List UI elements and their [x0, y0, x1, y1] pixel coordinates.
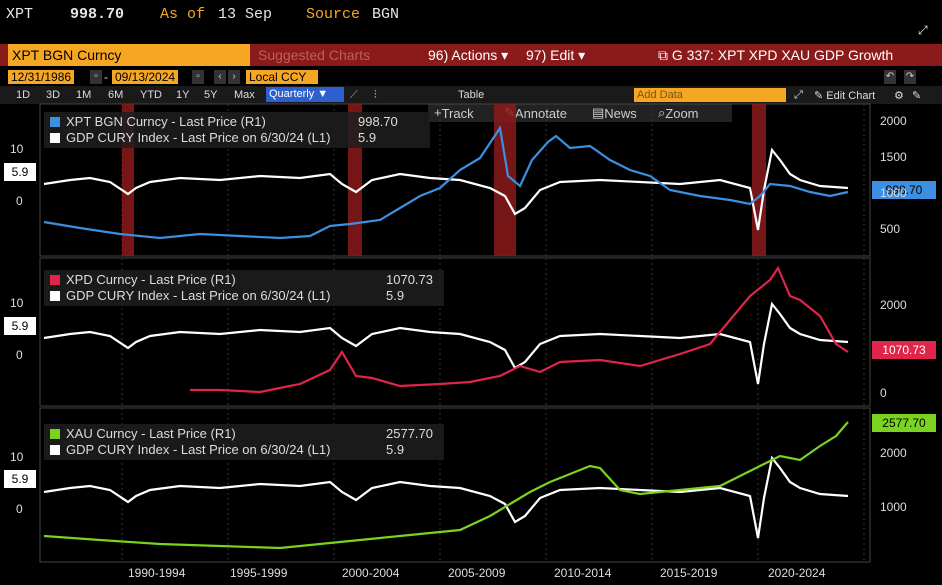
right-value-tag: 1070.73: [872, 341, 936, 359]
legend-swatch: [50, 445, 60, 455]
legend-series: GDP CURY Index - Last Price on 6/30/24 (…: [66, 130, 331, 145]
right-tick: 2000: [880, 114, 907, 128]
left-tick: 10: [10, 450, 24, 464]
legend-series: XAU Curncy - Last Price (R1): [66, 426, 236, 441]
x-tick: 2010-2014: [554, 566, 612, 580]
left-value-tag: 5.9: [4, 470, 36, 488]
left-tick: 0: [16, 348, 23, 362]
legend-value: 2577.70: [386, 426, 433, 441]
right-value-tag: 2577.70: [872, 414, 936, 432]
x-tick: 2005-2009: [448, 566, 506, 580]
legend-series: XPD Curncy - Last Price (R1): [66, 272, 236, 287]
legend-value: 5.9: [386, 288, 405, 303]
right-tick: 1500: [880, 150, 907, 164]
gdp-series-line: [43, 147, 849, 231]
legend-swatch: [50, 429, 60, 439]
gdp-series-line: [43, 301, 849, 385]
right-tick: 1000: [880, 186, 907, 200]
right-tick: 500: [880, 222, 901, 236]
legend-swatch: [50, 117, 60, 127]
legend-swatch: [50, 291, 60, 301]
x-tick: 1990-1994: [128, 566, 186, 580]
left-tick: 10: [10, 296, 24, 310]
left-value-tag: 5.9: [4, 163, 36, 181]
left-value-tag: 5.9: [4, 317, 36, 335]
x-tick: 2020-2024: [768, 566, 826, 580]
legend-series: XPT BGN Curncy - Last Price (R1): [66, 114, 266, 129]
legend-panel-1: XPT BGN Curncy - Last Price (R1) 998.70 …: [44, 112, 430, 148]
legend-value: 998.70: [358, 114, 398, 129]
right-tick: 0: [880, 386, 887, 400]
left-tick: 0: [16, 194, 23, 208]
x-tick: 2015-2019: [660, 566, 718, 580]
legend-panel-2: XPD Curncy - Last Price (R1) 1070.73 GDP…: [44, 270, 444, 306]
legend-swatch: [50, 275, 60, 285]
left-tick: 10: [10, 142, 24, 156]
x-tick: 2000-2004: [342, 566, 400, 580]
legend-series: GDP CURY Index - Last Price on 6/30/24 (…: [66, 442, 331, 457]
right-tick: 2000: [880, 298, 907, 312]
legend-panel-3: XAU Curncy - Last Price (R1) 2577.70 GDP…: [44, 424, 444, 460]
right-tick: 2000: [880, 446, 907, 460]
gdp-series-line: [43, 455, 849, 539]
legend-value: 1070.73: [386, 272, 433, 287]
legend-value: 5.9: [358, 130, 377, 145]
right-tick: 1000: [880, 500, 907, 514]
x-tick: 1995-1999: [230, 566, 288, 580]
legend-series: GDP CURY Index - Last Price on 6/30/24 (…: [66, 288, 331, 303]
left-tick: 0: [16, 502, 23, 516]
legend-value: 5.9: [386, 442, 405, 457]
recession-band: [752, 104, 766, 256]
legend-swatch: [50, 133, 60, 143]
